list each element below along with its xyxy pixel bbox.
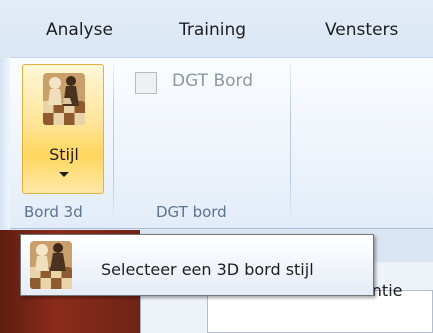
dropdown-arrow-icon [59,172,69,177]
board-style-label: Stijl [49,145,79,164]
chess-pieces-icon [28,239,74,291]
group-separator [290,64,291,226]
group-label-dgt-board: DGT bord [156,203,227,221]
group-separator [113,64,114,226]
group-label-board-3d: Bord 3d [24,203,83,221]
tab-vensters[interactable]: Vensters [325,20,398,40]
dgt-board-checkbox-label: DGT Bord [172,71,253,91]
ribbon-tab-bar: Analyse Training Vensters [0,0,433,57]
board-style-tooltip: Selecteer een 3D bord stijl [20,234,374,296]
dgt-board-checkbox[interactable] [135,72,157,94]
board-style-button[interactable]: Stijl [22,64,104,194]
chess-pieces-icon [41,71,87,127]
tooltip-text: Selecteer een 3D bord stijl [101,260,314,279]
tab-analyse[interactable]: Analyse [46,20,113,40]
ribbon-left-edge [0,57,10,229]
tab-training[interactable]: Training [179,20,246,40]
